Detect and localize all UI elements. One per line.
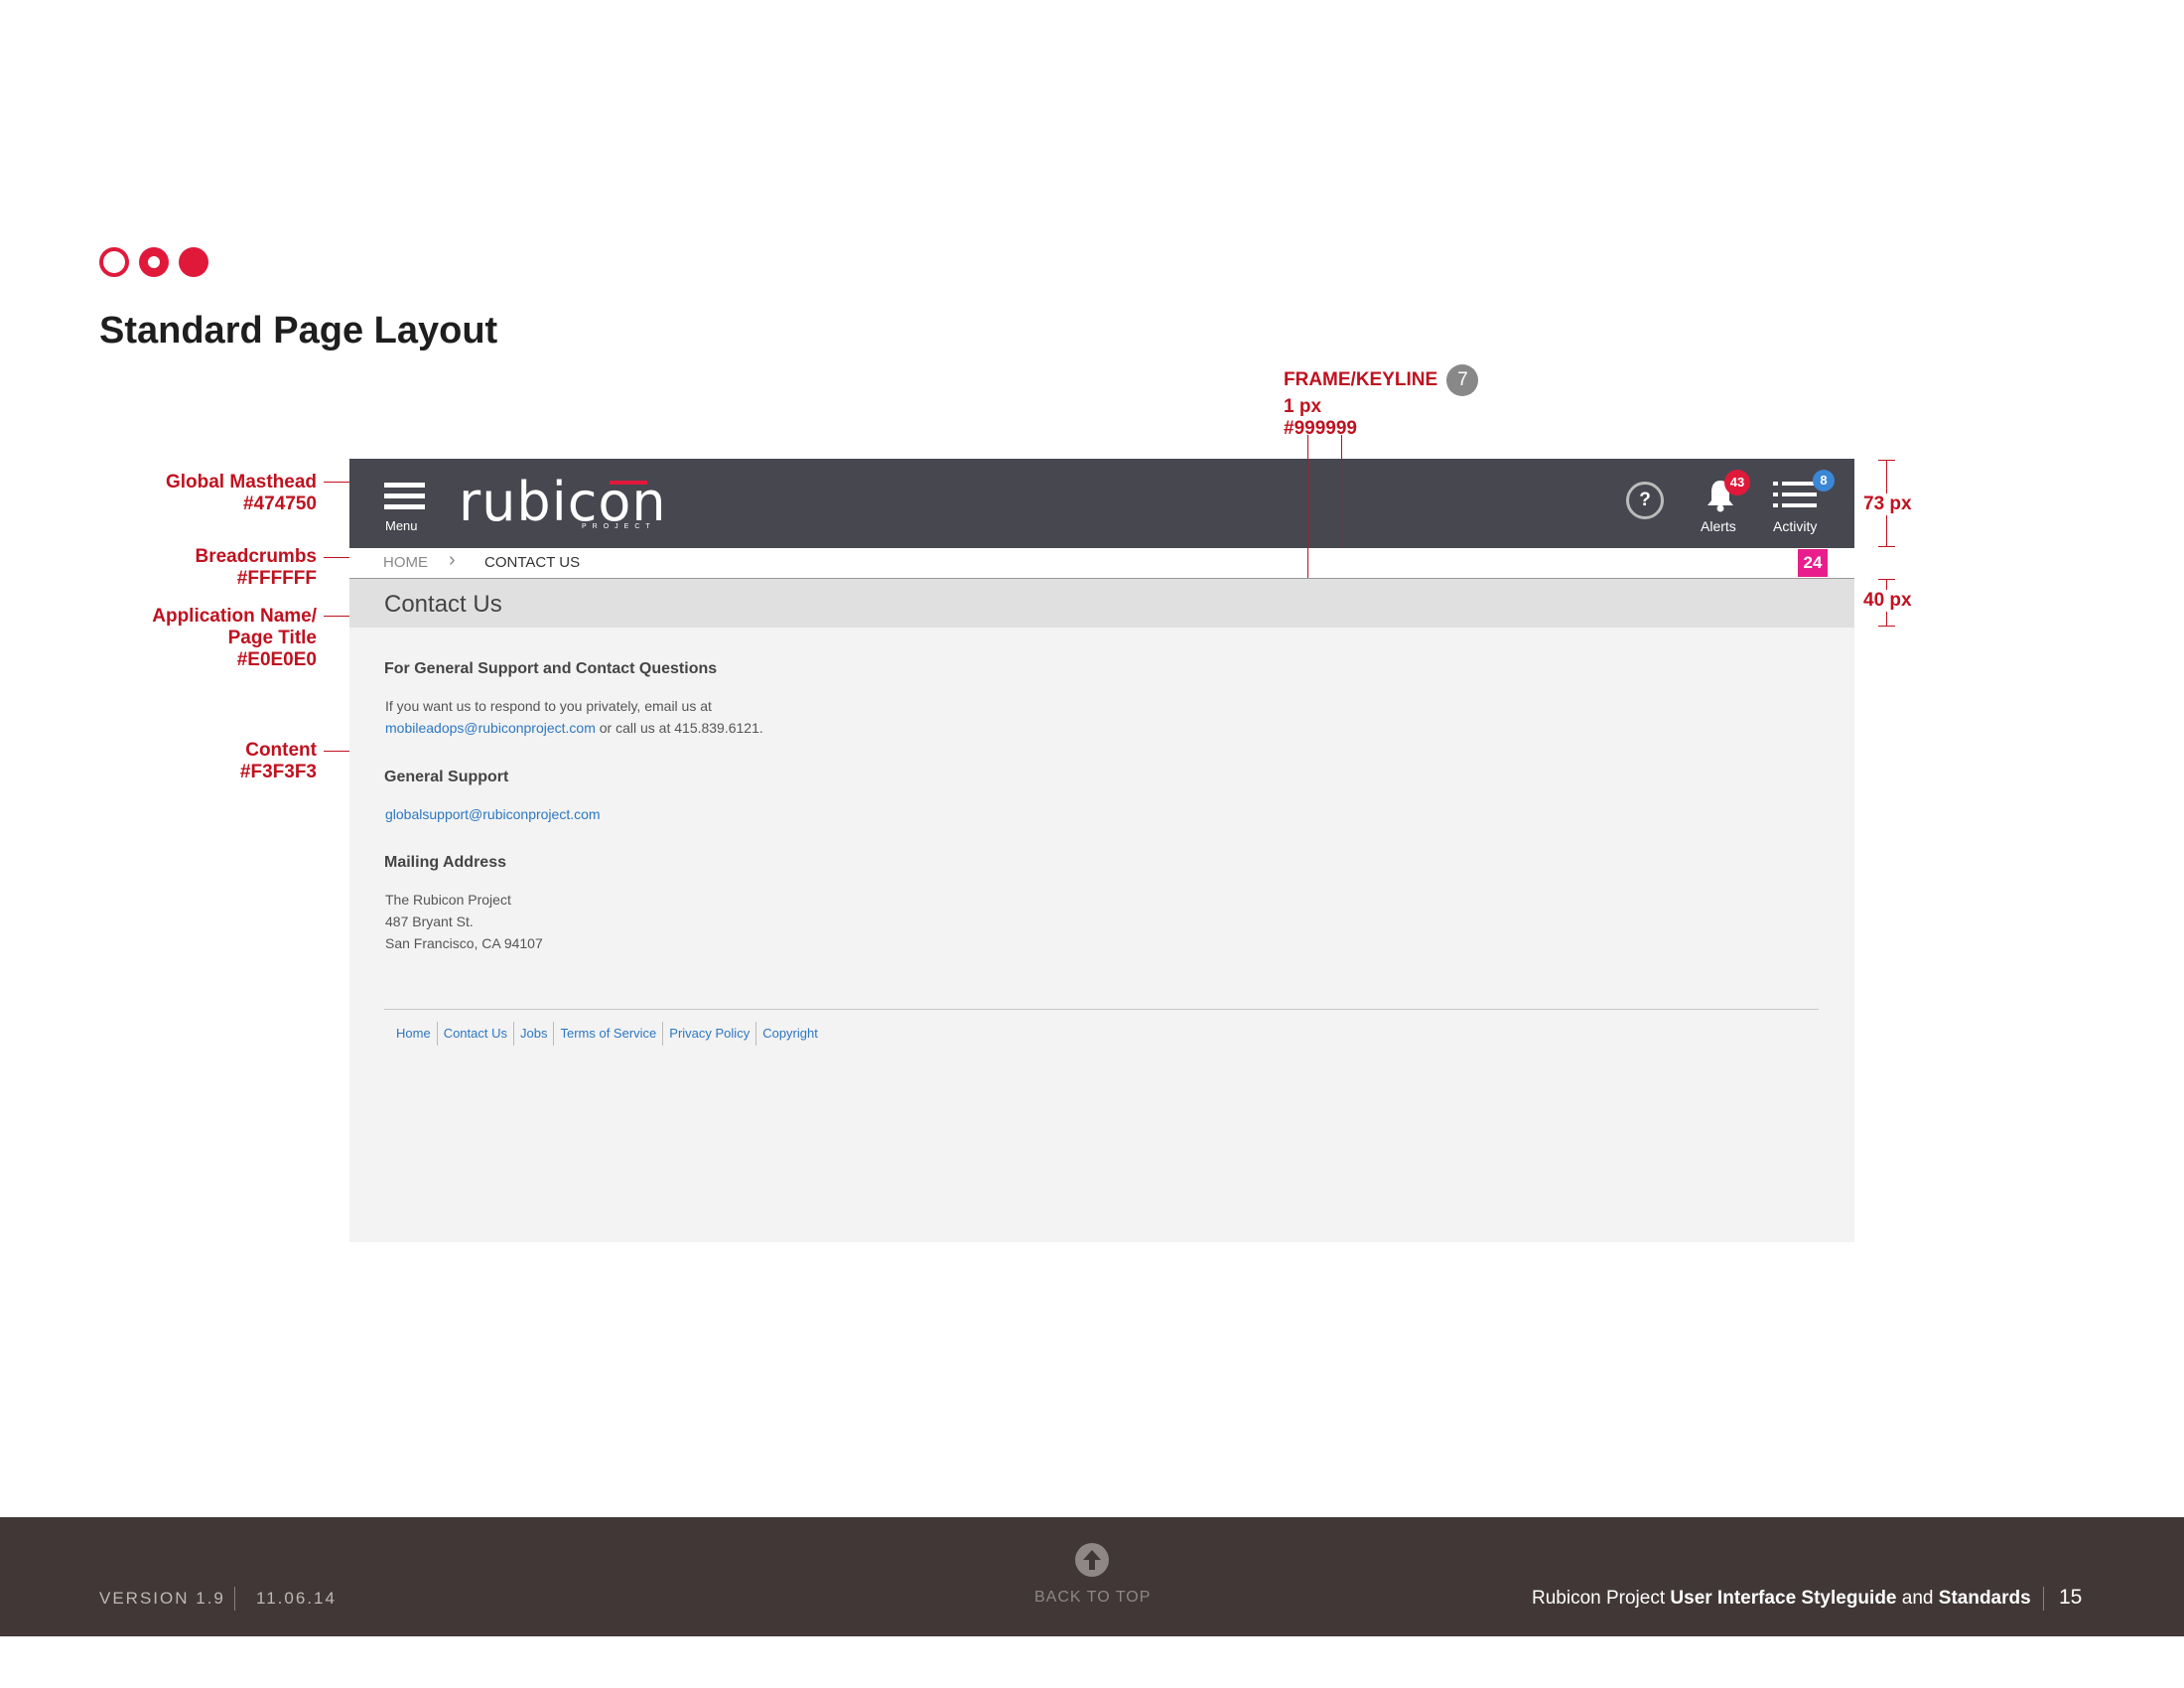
masthead-leader-line [324,482,349,483]
masthead-annotation-name: Global Masthead [165,472,317,492]
breadcrumb-home[interactable]: HOME [383,554,428,571]
section-heading-mailing-address: Mailing Address [384,854,506,871]
keyline-callout-line-1 [1307,435,1308,578]
document-title-part-1: Rubicon Project [1532,1588,1671,1609]
menu-icon[interactable] [384,483,425,510]
frame-annotation-title: FRAME/KEYLINE [1284,369,1438,391]
logo-subtext: PROJECT [582,523,656,530]
apptitle-height-label: 40 px [1863,590,1912,612]
page-number: 15 [2059,1586,2083,1609]
frame-annotation: FRAME/KEYLINE 7 1 px #999999 [1284,364,1479,440]
address-line-1: The Rubicon Project [385,892,511,908]
breadcrumb-current: CONTACT US [484,554,581,571]
footer-link-home[interactable]: Home [384,1022,437,1046]
app-title-bar [349,579,1854,628]
mobileadops-email-link[interactable]: mobileadops@rubiconproject.com [385,720,596,736]
back-to-top-link[interactable]: BACK TO TOP [1034,1589,1151,1607]
footer-links: Home Contact Us Jobs Terms of Service Pr… [384,1022,824,1046]
apptitle-annotation-name-1: Application Name/ [152,606,317,627]
menu-label[interactable]: Menu [385,518,418,533]
frame-annotation-size: 1 px [1284,396,1322,417]
document-title: Rubicon Project User Interface Styleguid… [1532,1588,2031,1610]
document-title-bold-1: User Interface Styleguide [1670,1588,1897,1609]
breadcrumbs-annotation: Breadcrumbs #FFFFFF [19,546,318,590]
apptitle-annotation-color: #E0E0E0 [236,649,317,670]
apptitle-annotation: Application Name/ Page Title #E0E0E0 [19,606,317,671]
address-line-3: San Francisco, CA 94107 [385,935,543,951]
section-heading-general-questions: For General Support and Contact Question… [384,660,718,677]
chevron-right-icon: › [449,549,456,571]
activity-label[interactable]: Activity [1773,518,1817,534]
footer-link-terms[interactable]: Terms of Service [553,1022,662,1046]
masthead-dimension-tick-bottom [1878,546,1895,547]
arrow-up-icon[interactable] [1075,1543,1109,1577]
footer-link-contact-us[interactable]: Contact Us [436,1022,513,1046]
footer-link-privacy[interactable]: Privacy Policy [662,1022,755,1046]
breadcrumbs-annotation-color: #FFFFFF [236,568,317,589]
footer-link-copyright[interactable]: Copyright [755,1022,824,1046]
document-title-bold-2: Standards [1938,1588,2031,1609]
masthead-annotation-color: #474750 [243,493,317,514]
apptitle-dimension-tick-bottom [1878,626,1895,627]
application-page-title: Contact Us [384,591,502,618]
empty-circle-icon [99,247,129,277]
activity-count-badge: 8 [1813,470,1835,492]
section-heading-general-support: General Support [384,769,509,785]
section-text-line2-rest: or call us at 415.839.6121. [595,720,763,736]
footer-separator [234,1587,235,1611]
ring-circle-icon [139,247,169,277]
footer-divider [384,1009,1819,1010]
masthead-dimension-tick-top [1878,460,1895,461]
document-title-part-2: and [1896,1588,1939,1609]
content-annotation-color: #F3F3F3 [239,762,317,782]
apptitle-dimension-tick-top [1878,579,1895,580]
frame-annotation-color: #999999 [1284,418,1357,439]
frame-annotation-badge: 7 [1446,364,1479,396]
alerts-label[interactable]: Alerts [1701,518,1736,534]
footer-separator [2043,1587,2044,1611]
filled-circle-icon [179,247,208,277]
apptitle-annotation-name-2: Page Title [227,628,317,648]
version-label: VERSION 1.9 [99,1589,225,1608]
section-text-line2: mobileadops@rubiconproject.com or call u… [385,720,763,736]
masthead-height-label: 73 px [1863,493,1912,515]
section-text-line1: If you want us to respond to you private… [385,698,712,714]
breadcrumbs-annotation-name: Breadcrumbs [195,546,318,567]
alerts-count-badge: 43 [1724,470,1750,495]
spacing-marker-badge: 24 [1798,549,1828,577]
address-line-2: 487 Bryant St. [385,914,474,929]
keyline-callout-line-2 [1341,435,1342,548]
content-annotation-name: Content [245,740,317,761]
help-icon[interactable]: ? [1626,482,1664,519]
page-title: Standard Page Layout [99,310,498,352]
footer-link-jobs[interactable]: Jobs [513,1022,553,1046]
masthead-annotation: Global Masthead #474750 [19,472,317,515]
list-icon[interactable] [1773,481,1819,510]
globalsupport-email-link[interactable]: globalsupport@rubiconproject.com [385,806,601,822]
date-label: 11.06.14 [256,1589,337,1608]
content-annotation: Content #F3F3F3 [19,740,317,783]
